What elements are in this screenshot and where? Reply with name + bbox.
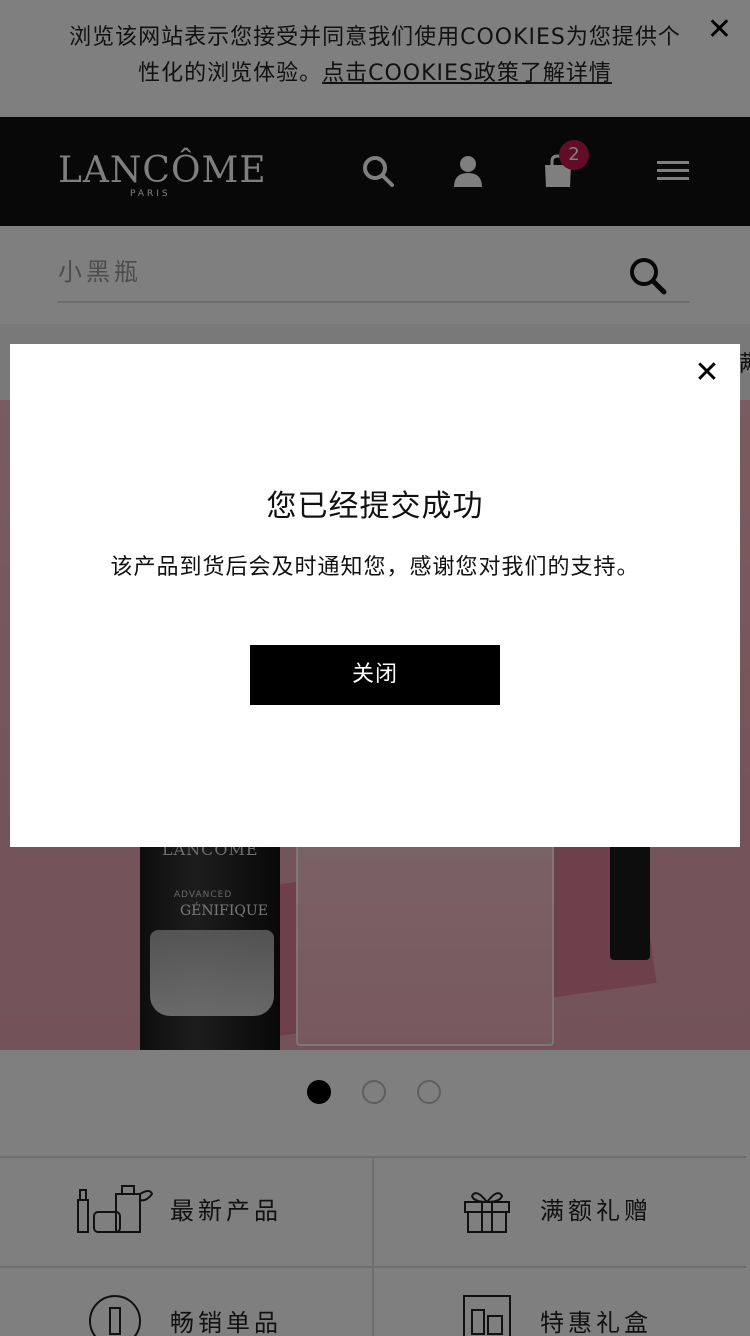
success-modal: ✕ 您已经提交成功 该产品到货后会及时通知您，感谢您对我们的支持。 关闭 <box>10 344 740 847</box>
modal-message: 该产品到货后会及时通知您，感谢您对我们的支持。 <box>110 555 640 580</box>
close-button[interactable]: 关闭 <box>250 645 500 705</box>
modal-overlay[interactable]: ✕ 您已经提交成功 该产品到货后会及时通知您，感谢您对我们的支持。 关闭 <box>0 0 750 1336</box>
modal-title: 您已经提交成功 <box>266 489 484 524</box>
close-icon[interactable]: ✕ <box>692 358 722 388</box>
